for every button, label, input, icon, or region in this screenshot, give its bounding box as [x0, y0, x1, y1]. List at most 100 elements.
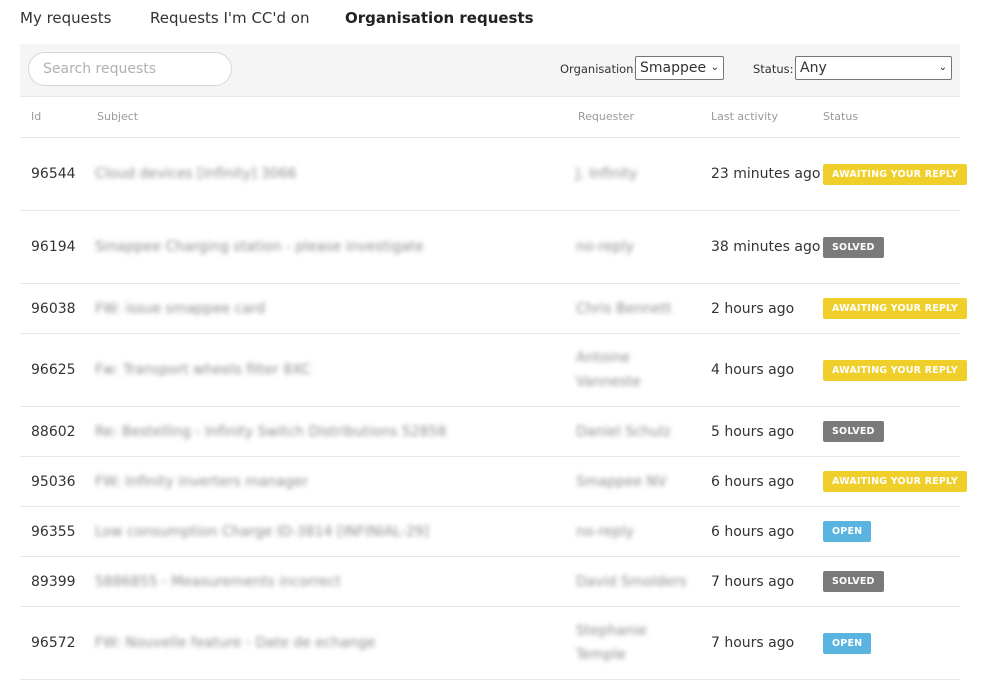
filter-toolbar: Organisation: Smappee ⌄ Status: Any ⌄ — [20, 44, 960, 97]
request-status: SOLVED — [823, 557, 884, 606]
request-subject-text: Cloud devices [Infinity] 3066 — [95, 166, 297, 182]
table-row[interactable]: 95036 FW: Infinity inverters manager Sma… — [20, 457, 967, 507]
status-badge: AWAITING YOUR REPLY — [823, 163, 967, 185]
status-badge: AWAITING YOUR REPLY — [823, 359, 967, 381]
request-subject[interactable]: FW: Nouvelle feature - Date de echange — [95, 607, 515, 679]
request-subject[interactable]: Low consumption Charge ID-3814 [INFINIAL… — [95, 507, 515, 556]
request-id: 96194 — [31, 239, 76, 255]
request-last-activity: 7 hours ago — [711, 573, 795, 590]
request-requester-text: David Smolders — [576, 573, 687, 590]
table-row[interactable]: 96544 Cloud devices [Infinity] 3066 J. I… — [20, 138, 967, 211]
table-row[interactable]: 96194 Smappee Charging station - please … — [20, 211, 960, 284]
request-status: AWAITING YOUR REPLY — [823, 284, 967, 333]
chevron-down-icon: ⌄ — [938, 62, 947, 73]
request-requester: Antoine Vanneste — [576, 334, 694, 406]
request-requester: Smappee NV — [576, 457, 694, 506]
request-requester-text: Daniel Schulz — [576, 423, 671, 440]
request-requester-text: no-reply — [576, 523, 634, 540]
request-subject-text: FW: Infinity inverters manager — [95, 473, 308, 490]
request-requester-text: no-reply — [576, 239, 634, 255]
status-label: Status: — [753, 62, 794, 76]
request-id: 96625 — [31, 362, 76, 378]
column-header-requester[interactable]: Requester — [578, 110, 634, 123]
request-subject-text: Fw: Transport wheels filter 8XC — [95, 362, 311, 378]
request-subject-text: Low consumption Charge ID-3814 [INFINIAL… — [95, 523, 430, 540]
request-id: 96544 — [31, 166, 76, 182]
request-requester: Daniel Schulz — [576, 407, 694, 456]
request-subject-text: Re: Bestelling - Infinity Switch Distrib… — [95, 423, 447, 440]
request-id: 96572 — [31, 635, 76, 651]
status-badge: OPEN — [823, 521, 872, 542]
request-subject[interactable]: 5886855 - Measurements incorrect — [95, 557, 515, 606]
request-last-activity: 23 minutes ago — [711, 166, 821, 182]
request-subject-text: FW: Nouvelle feature - Date de echange — [95, 635, 376, 651]
search-input[interactable] — [28, 52, 232, 86]
request-id: 96355 — [31, 523, 76, 540]
table-row[interactable]: 96572 FW: Nouvelle feature - Date de ech… — [20, 607, 960, 680]
request-id: 96038 — [31, 300, 76, 317]
table-row[interactable]: 96625 Fw: Transport wheels filter 8XC An… — [20, 334, 967, 407]
chevron-down-icon: ⌄ — [710, 62, 719, 73]
table-row[interactable]: 88602 Re: Bestelling - Infinity Switch D… — [20, 407, 960, 457]
request-subject-text: 5886855 - Measurements incorrect — [95, 573, 341, 590]
request-requester: J. Infinity — [576, 138, 694, 210]
request-status: SOLVED — [823, 407, 884, 456]
status-select[interactable]: Any ⌄ — [795, 56, 952, 80]
status-badge: AWAITING YOUR REPLY — [823, 298, 967, 319]
request-subject[interactable]: Fw: Transport wheels filter 8XC — [95, 334, 515, 406]
organisation-select[interactable]: Smappee ⌄ — [635, 56, 724, 80]
request-status: SOLVED — [823, 211, 884, 283]
request-last-activity: 2 hours ago — [711, 300, 795, 317]
request-subject[interactable]: Cloud devices [Infinity] 3066 — [95, 138, 515, 210]
status-select-value: Any — [800, 60, 827, 76]
table-row[interactable]: 96038 FW: issue smappee card Chris Benne… — [20, 284, 967, 334]
request-status: AWAITING YOUR REPLY — [823, 334, 967, 406]
request-id: 95036 — [31, 473, 76, 490]
request-last-activity: 7 hours ago — [711, 635, 795, 651]
status-badge: OPEN — [823, 632, 872, 654]
request-requester-text: Antoine Vanneste — [576, 350, 641, 390]
status-badge: AWAITING YOUR REPLY — [823, 471, 967, 492]
status-badge: SOLVED — [823, 421, 884, 442]
request-id: 88602 — [31, 423, 76, 440]
table-row[interactable]: 89399 5886855 - Measurements incorrect D… — [20, 557, 960, 607]
column-header-status[interactable]: Status — [823, 110, 858, 123]
status-badge: SOLVED — [823, 571, 884, 592]
tab-my-requests[interactable]: My requests — [20, 9, 111, 27]
request-requester: Chris Bennett — [576, 284, 694, 333]
request-requester: Stephanie Temple — [576, 607, 694, 679]
status-badge: SOLVED — [823, 236, 884, 258]
column-header-last-activity[interactable]: Last activity — [711, 110, 778, 123]
request-subject[interactable]: Re: Bestelling - Infinity Switch Distrib… — [95, 407, 515, 456]
tab-bar: My requests Requests I'm CC'd on Organis… — [0, 0, 997, 36]
request-requester-text: Chris Bennett — [576, 300, 672, 317]
request-requester: no-reply — [576, 507, 694, 556]
tab-requests-cc[interactable]: Requests I'm CC'd on — [150, 9, 310, 27]
request-last-activity: 6 hours ago — [711, 473, 795, 490]
request-last-activity: 5 hours ago — [711, 423, 795, 440]
request-last-activity: 6 hours ago — [711, 523, 795, 540]
request-requester: no-reply — [576, 211, 694, 283]
table-header: Id Subject Requester Last activity Statu… — [20, 97, 960, 138]
request-subject[interactable]: Smappee Charging station - please invest… — [95, 211, 515, 283]
request-status: OPEN — [823, 507, 872, 556]
request-requester-text: J. Infinity — [576, 166, 638, 182]
request-subject[interactable]: FW: Infinity inverters manager — [95, 457, 515, 506]
request-subject-text: Smappee Charging station - please invest… — [95, 239, 424, 255]
request-last-activity: 4 hours ago — [711, 362, 795, 378]
request-requester-text: Smappee NV — [576, 473, 667, 490]
request-subject[interactable]: FW: issue smappee card — [95, 284, 515, 333]
request-last-activity: 38 minutes ago — [711, 239, 821, 255]
request-status: OPEN — [823, 607, 872, 679]
request-requester-text: Stephanie Temple — [576, 623, 647, 663]
column-header-id[interactable]: Id — [31, 110, 41, 123]
request-requester: David Smolders — [576, 557, 694, 606]
column-header-subject[interactable]: Subject — [97, 110, 138, 123]
organisation-label: Organisation: — [560, 62, 638, 76]
tab-organisation-requests[interactable]: Organisation requests — [345, 9, 534, 27]
request-subject-text: FW: issue smappee card — [95, 300, 266, 317]
request-id: 89399 — [31, 573, 76, 590]
request-status: AWAITING YOUR REPLY — [823, 138, 967, 210]
organisation-select-value: Smappee — [640, 60, 707, 76]
table-row[interactable]: 96355 Low consumption Charge ID-3814 [IN… — [20, 507, 960, 557]
